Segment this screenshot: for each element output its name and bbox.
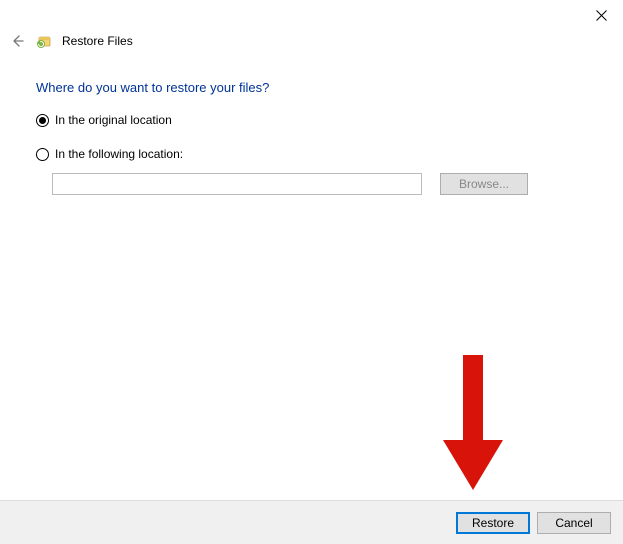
window-title: Restore Files (62, 34, 133, 48)
cancel-button[interactable]: Cancel (537, 512, 611, 534)
option-original-location[interactable]: In the original location (36, 113, 599, 127)
radio-following[interactable] (36, 148, 49, 161)
radio-following-label: In the following location: (55, 147, 183, 161)
restore-files-icon (36, 33, 52, 49)
back-button[interactable] (8, 32, 26, 50)
cancel-label: Cancel (555, 516, 592, 530)
header-row: Restore Files (8, 32, 133, 50)
footer: Restore Cancel (0, 500, 623, 544)
path-row: Browse... (52, 173, 599, 195)
path-input[interactable] (52, 173, 422, 195)
radio-original-label: In the original location (55, 113, 172, 127)
radio-original[interactable] (36, 114, 49, 127)
titlebar (0, 0, 623, 32)
option-following-location[interactable]: In the following location: (36, 147, 599, 161)
close-button[interactable] (579, 0, 623, 30)
close-icon (596, 10, 607, 21)
annotation-arrow-icon (443, 355, 503, 490)
back-arrow-icon (9, 33, 25, 49)
restore-button[interactable]: Restore (456, 512, 530, 534)
restore-label: Restore (472, 516, 514, 530)
page-heading: Where do you want to restore your files? (36, 80, 599, 95)
browse-label: Browse... (459, 177, 509, 191)
browse-button[interactable]: Browse... (440, 173, 528, 195)
content-area: Where do you want to restore your files?… (36, 80, 599, 195)
